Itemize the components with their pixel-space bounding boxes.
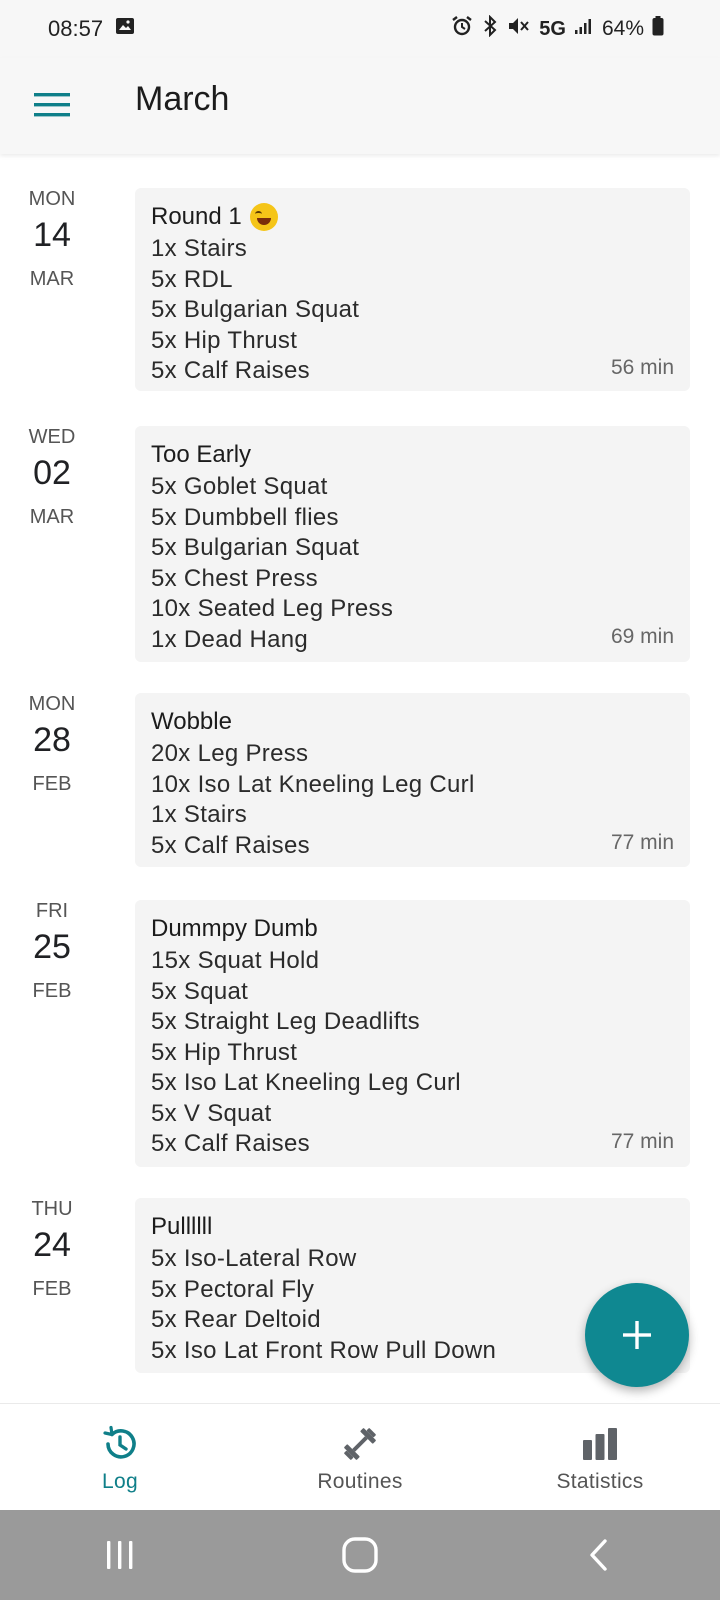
battery-percent: 64% <box>601 17 644 40</box>
bar-chart-icon <box>583 1428 617 1460</box>
alarm-icon <box>451 15 473 43</box>
history-icon <box>103 1425 136 1459</box>
entry-day: 24 <box>33 1226 71 1264</box>
workout-card[interactable]: Too Early 5x Goblet Squat 5x Dumbbell fl… <box>135 426 690 662</box>
status-bar: 08:57 5G 64% <box>0 0 720 58</box>
exercise-item: 10x Iso Lat Kneeling Leg Curl <box>151 770 475 798</box>
exercise-item: 5x Dumbbell flies <box>151 503 339 531</box>
mute-icon <box>507 15 531 43</box>
exercise-item: 5x Squat <box>151 977 249 1005</box>
dumbbell-icon <box>344 1428 376 1460</box>
exercise-item: 5x Chest Press <box>151 564 318 592</box>
exercise-item: 5x Hip Thrust <box>151 1038 298 1066</box>
exercise-item: 5x Iso-Lateral Row <box>151 1245 357 1272</box>
exercise-item: 5x Goblet Squat <box>151 473 328 500</box>
exercise-item: 5x Calf Raises <box>151 357 310 384</box>
exercise-item: 5x Pectoral Fly <box>151 1275 315 1303</box>
workout-title: Too Early <box>151 441 252 468</box>
exercise-item: 20x Leg Press <box>151 740 309 767</box>
exercise-item: 5x V Squat <box>151 1099 272 1127</box>
entry-month: FEB <box>32 980 72 1002</box>
entry-day: 14 <box>33 216 71 254</box>
exercise-item: 5x RDL <box>151 265 233 293</box>
workout-title: Wobble <box>151 708 232 735</box>
entry-weekday: MON <box>28 693 76 715</box>
workout-duration: 77 min <box>610 831 674 854</box>
nav-tab-routines[interactable]: Routines <box>240 1404 480 1510</box>
recent-apps-icon <box>107 1541 133 1569</box>
bottom-navigation: Log Routines Statistics <box>0 1403 720 1510</box>
exercise-item: 5x Iso Lat Kneeling Leg Curl <box>151 1069 461 1096</box>
menu-button[interactable] <box>34 90 72 120</box>
exercise-item: 1x Dead Hang <box>151 625 309 653</box>
recent-apps-button[interactable] <box>80 1525 160 1585</box>
exercise-item: 1x Stairs <box>151 801 248 828</box>
entry-weekday: WED <box>28 426 76 448</box>
nav-tab-log[interactable]: Log <box>0 1404 240 1510</box>
exercise-item: 10x Seated Leg Press <box>151 595 394 622</box>
back-chevron-icon <box>590 1539 607 1571</box>
entry-month: MAR <box>29 506 75 528</box>
nav-label-statistics: Statistics <box>556 1470 644 1493</box>
workout-log-list[interactable]: MON 14 MAR Round 1 1x Stairs 5x RDL 5x B… <box>0 155 720 1403</box>
workout-duration: 56 min <box>610 356 674 379</box>
entry-day: 28 <box>33 721 71 759</box>
exercise-item: 5x Calf Raises <box>151 831 310 859</box>
workout-title: Dummpy Dumb <box>151 915 318 942</box>
workout-card[interactable]: Round 1 1x Stairs 5x RDL 5x Bulgarian Sq… <box>135 188 690 391</box>
network-type-label: 5G <box>539 17 566 40</box>
signal-icon <box>574 17 594 41</box>
add-workout-fab[interactable] <box>585 1283 689 1387</box>
exercise-item: 15x Squat Hold <box>151 947 320 974</box>
exercise-item: 1x Stairs <box>151 235 248 262</box>
entry-weekday: MON <box>28 188 76 210</box>
exercise-item: 5x Bulgarian Squat <box>151 296 360 323</box>
exercise-item: 5x Straight Leg Deadlifts <box>151 1008 420 1035</box>
workout-card[interactable]: Wobble 20x Leg Press 10x Iso Lat Kneelin… <box>135 693 690 867</box>
exercise-item: 5x Hip Thrust <box>151 326 298 354</box>
entry-day: 25 <box>33 928 71 966</box>
rolling-laughing-emoji-icon <box>249 203 278 231</box>
bluetooth-icon <box>481 14 499 43</box>
app-bar: March <box>0 58 720 154</box>
system-navigation-bar <box>0 1510 720 1600</box>
workout-card[interactable]: Dummpy Dumb 15x Squat Hold 5x Squat 5x S… <box>135 900 690 1167</box>
nav-label-log: Log <box>102 1470 138 1493</box>
exercise-item: 5x Calf Raises <box>151 1130 310 1157</box>
page-title: March <box>135 80 230 118</box>
workout-duration: 77 min <box>610 1130 674 1153</box>
entry-day: 02 <box>33 454 71 492</box>
battery-icon <box>652 16 664 42</box>
home-icon <box>342 1537 378 1573</box>
workout-title: Pullllll <box>151 1213 213 1240</box>
status-time: 08:57 <box>48 16 104 41</box>
workout-duration: 69 min <box>610 625 674 648</box>
workout-title: Round 1 <box>151 203 242 230</box>
gallery-notification-icon <box>115 16 135 42</box>
hamburger-menu-icon <box>34 93 70 117</box>
entry-month: FEB <box>32 773 72 795</box>
home-button[interactable] <box>320 1525 400 1585</box>
nav-label-routines: Routines <box>317 1470 403 1493</box>
entry-month: FEB <box>32 1278 72 1300</box>
entry-weekday: FRI <box>35 900 69 922</box>
back-button[interactable] <box>560 1525 640 1585</box>
exercise-item: 5x Bulgarian Squat <box>151 534 360 561</box>
nav-tab-statistics[interactable]: Statistics <box>480 1404 720 1510</box>
entry-month: MAR <box>29 268 75 290</box>
entry-weekday: THU <box>31 1198 73 1220</box>
plus-icon <box>623 1321 651 1349</box>
